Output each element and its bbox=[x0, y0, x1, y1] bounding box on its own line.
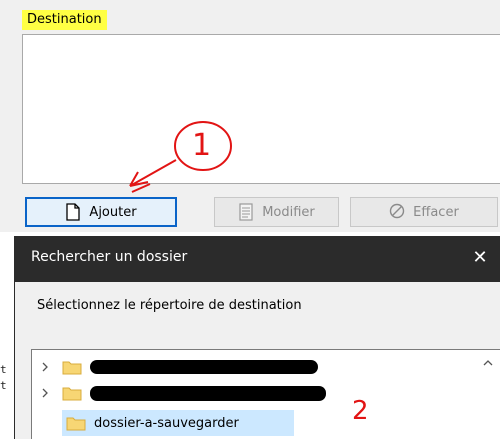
destination-list[interactable] bbox=[22, 34, 500, 184]
clear-button[interactable]: Effacer bbox=[350, 197, 498, 227]
folder-icon bbox=[62, 359, 82, 375]
tree-item[interactable] bbox=[32, 354, 452, 380]
edit-document-icon bbox=[238, 203, 254, 221]
folder-icon bbox=[62, 385, 82, 401]
tree-item-selected[interactable]: dossier-a-sauvegarder bbox=[62, 410, 294, 436]
terminal-line: t bbox=[0, 379, 7, 392]
add-button[interactable]: Ajouter bbox=[25, 197, 177, 227]
add-button-label: Ajouter bbox=[89, 204, 137, 220]
edit-button-label: Modifier bbox=[262, 204, 315, 220]
edit-button[interactable]: Modifier bbox=[214, 197, 339, 227]
folder-tree[interactable]: dossier-a-sauvegarder bbox=[31, 349, 500, 439]
chevron-right-icon[interactable] bbox=[38, 386, 52, 400]
dialog-titlebar[interactable]: Rechercher un dossier ✕ bbox=[15, 236, 500, 282]
annotation-step-2: 2 bbox=[352, 396, 369, 426]
redacted-folder-name bbox=[90, 360, 318, 374]
redacted-folder-name bbox=[90, 385, 326, 401]
destination-group-label: Destination bbox=[22, 10, 107, 30]
clear-button-label: Effacer bbox=[413, 204, 459, 220]
tree-item-label: dossier-a-sauvegarder bbox=[94, 415, 239, 431]
scroll-up-icon[interactable] bbox=[481, 356, 495, 370]
dialog-title: Rechercher un dossier bbox=[31, 249, 188, 265]
dialog-prompt: Sélectionnez le répertoire de destinatio… bbox=[37, 298, 302, 313]
close-icon[interactable]: ✕ bbox=[467, 244, 493, 272]
annotation-step-1: 1 bbox=[192, 128, 212, 163]
no-entry-icon bbox=[389, 203, 405, 221]
background-terminal: t t bbox=[0, 362, 14, 394]
new-document-icon bbox=[65, 203, 81, 221]
folder-icon bbox=[66, 415, 86, 431]
tree-item[interactable] bbox=[32, 380, 452, 406]
terminal-line: t bbox=[0, 363, 7, 376]
browse-folder-dialog: Rechercher un dossier ✕ Sélectionnez le … bbox=[14, 236, 500, 439]
chevron-right-icon[interactable] bbox=[38, 360, 52, 374]
